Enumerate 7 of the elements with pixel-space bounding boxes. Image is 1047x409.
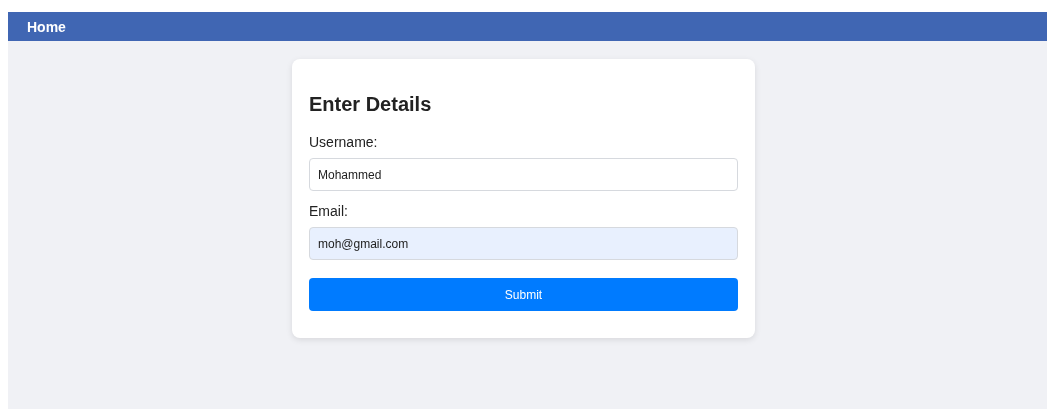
- input-field[interactable]: Mohammed: [309, 158, 738, 191]
- form-title: Enter Details: [309, 93, 433, 116]
- input-field[interactable]: moh@gmail.com: [309, 227, 738, 260]
- field-label: Username:: [309, 134, 378, 150]
- home-link[interactable]: Home: [27, 18, 66, 35]
- submit-button[interactable]: Submit: [309, 278, 738, 311]
- field-label: Email:: [309, 203, 348, 219]
